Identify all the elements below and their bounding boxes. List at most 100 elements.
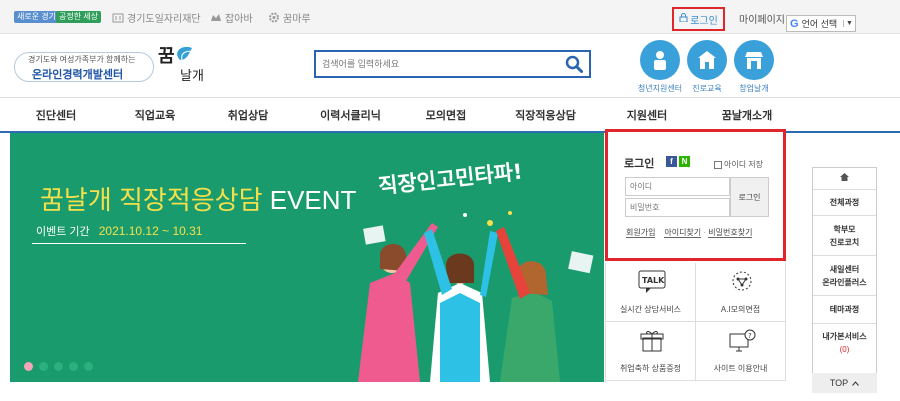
quick-label: 학부모 — [833, 224, 856, 234]
viewed-count: (0) — [839, 345, 850, 354]
banner-headline: 직장인고민타파! — [377, 159, 524, 198]
search-input[interactable] — [322, 56, 562, 72]
carousel-dot[interactable] — [84, 362, 93, 371]
search-box — [314, 50, 591, 78]
service-live-chat[interactable]: TALK 실시간 상담서비스 — [606, 263, 696, 322]
nav-item-job-education[interactable]: 직업교육 — [112, 98, 198, 131]
banner-period-dates: 2021.10.12 ~ 10.31 — [98, 224, 203, 238]
home-button[interactable] — [813, 168, 876, 190]
banner-period: 이벤트 기간 2021.10.12 ~ 10.31 — [32, 223, 246, 244]
slogan-badge-1: 새로운 경기 — [14, 11, 60, 23]
mypage-link[interactable]: 마이페이지 — [739, 11, 785, 26]
scroll-top-button[interactable]: TOP — [812, 373, 877, 393]
quick-link-career-education[interactable]: 진로교육 — [684, 40, 730, 94]
talk-icon-text: TALK — [642, 276, 665, 285]
quick-saeil-center[interactable]: 새일센터 온라인플러스 — [813, 256, 876, 296]
banner-title-main: 꿈날개 직장적응상담 — [40, 185, 263, 215]
jobaba-icon — [210, 12, 222, 23]
help-monitor-icon: ? — [728, 329, 756, 353]
login-box: 로그인 f N 아이디 저장 로그인 회원가입 아이디찾기 · 비밀번호찾기 — [605, 129, 786, 261]
building-icon — [112, 12, 124, 23]
save-id-label: 아이디 저장 — [724, 160, 764, 169]
quick-theme-courses[interactable]: 테마과정 — [813, 296, 876, 324]
lock-icon — [679, 13, 688, 25]
service-grid: TALK 실시간 상담서비스 A.I모의면접 취업축하 상품증정 ? 사이트 이… — [605, 263, 786, 382]
logo-center-name[interactable]: 온라인경력개발센터 — [32, 66, 123, 82]
google-icon: G — [790, 17, 799, 30]
link-label: 잡아바 — [225, 14, 253, 25]
naver-login-icon[interactable]: N — [679, 156, 690, 167]
event-banner[interactable]: 꿈날개 직장적응상담 EVENT 이벤트 기간 2021.10.12 ~ 10.… — [10, 133, 604, 382]
quick-label: 진로코치 — [829, 237, 860, 247]
quick-label: 내가본서비스 — [822, 332, 867, 341]
carousel-dot[interactable] — [54, 362, 63, 371]
nav-item-workplace-counsel[interactable]: 직장적응상담 — [489, 98, 602, 131]
nav-item-job-counsel[interactable]: 취업상담 — [198, 98, 298, 131]
link-gyeonggi-job-foundation[interactable]: 경기도일자리재단 — [112, 10, 201, 25]
service-label: 사이트 이용안내 — [713, 364, 768, 373]
top-login-link[interactable]: 로그인 — [672, 7, 725, 31]
youth-person-icon — [640, 40, 680, 80]
language-select-label: 언어 선택 — [801, 19, 838, 29]
carousel-dots — [24, 362, 93, 371]
login-links: 회원가입 아이디찾기 · 비밀번호찾기 — [626, 228, 753, 238]
quick-parent-coach[interactable]: 학부모 진로코치 — [813, 216, 876, 256]
svg-text:날개: 날개 — [180, 69, 204, 84]
login-button[interactable]: 로그인 — [730, 177, 769, 217]
quick-link-label: 진로교육 — [692, 84, 722, 93]
find-id-link[interactable]: 아이디찾기 — [664, 228, 702, 238]
svg-text:?: ? — [748, 332, 752, 340]
nav-item-diagnosis[interactable]: 진단센터 — [0, 98, 112, 131]
scroll-top-label: TOP — [829, 378, 849, 388]
quick-panel: 전체과정 학부모 진로코치 새일센터 온라인플러스 테마과정 내가본서비스 (0… — [812, 167, 877, 379]
nav-item-about[interactable]: 꿈날개소개 — [692, 98, 802, 131]
ai-brain-icon — [728, 270, 756, 294]
carousel-dot[interactable] — [39, 362, 48, 371]
carousel-dot[interactable] — [69, 362, 78, 371]
find-password-link[interactable]: 비밀번호찾기 — [708, 228, 753, 238]
quick-link-youth-center[interactable]: 청년지원센터 — [637, 40, 683, 94]
nav-item-resume-clinic[interactable]: 이력서클리닉 — [298, 98, 403, 131]
password-input[interactable] — [625, 198, 730, 217]
dropdown-arrow-icon: ▼ — [843, 20, 855, 27]
top-login-label: 로그인 — [690, 15, 718, 27]
quick-label: 온라인플러스 — [822, 277, 867, 287]
carousel-dot[interactable] — [24, 362, 33, 371]
banner-period-label: 이벤트 기간 — [36, 226, 90, 238]
service-label: 실시간 상담서비스 — [619, 305, 682, 314]
nav-item-support-center[interactable]: 지원센터 — [602, 98, 692, 131]
id-input[interactable] — [625, 177, 730, 196]
quick-label: 새일센터 — [829, 264, 860, 274]
svg-text:꿈: 꿈 — [158, 46, 175, 67]
kkumnalgae-logo[interactable]: 꿈 날개 — [158, 42, 220, 84]
page: 새로운 경기 공정한 세상 경기도일자리재단 잡아바 꿈마루 로그인 마이페이지… — [0, 0, 900, 401]
shop-icon — [734, 40, 774, 80]
link-kkummaru[interactable]: 꿈마루 — [268, 10, 311, 25]
quick-viewed-services[interactable]: 내가본서비스 (0) — [813, 324, 876, 362]
nav-item-mock-interview[interactable]: 모의면접 — [403, 98, 489, 131]
service-site-guide[interactable]: ? 사이트 이용안내 — [696, 322, 786, 381]
quick-link-startup[interactable]: 창업날개 — [731, 40, 777, 94]
banner-illustration: 직장인고민타파! — [358, 159, 594, 382]
login-title: 로그인 — [624, 158, 655, 170]
link-label: 꿈마루 — [283, 14, 311, 25]
language-select[interactable]: G 언어 선택 ▼ — [786, 15, 856, 32]
quick-all-courses[interactable]: 전체과정 — [813, 190, 876, 216]
facebook-login-icon[interactable]: f — [666, 156, 677, 167]
logo-tagline: 경기도와 여성가족부가 함께하는 — [28, 55, 136, 64]
signup-link[interactable]: 회원가입 — [626, 228, 656, 238]
service-label: 취업축하 상품증정 — [619, 364, 682, 373]
service-gift[interactable]: 취업축하 상품증정 — [606, 322, 696, 381]
link-jobaba[interactable]: 잡아바 — [210, 10, 253, 25]
main-nav: 진단센터 직업교육 취업상담 이력서클리닉 모의면접 직장적응상담 지원센터 꿈… — [0, 97, 900, 133]
slogan-badge-2: 공정한 세상 — [56, 11, 102, 23]
gift-icon — [638, 329, 666, 353]
school-icon — [687, 40, 727, 80]
save-id-checkbox[interactable]: 아이디 저장 — [714, 159, 763, 170]
gear-icon — [268, 12, 280, 23]
quick-link-label: 창업날개 — [739, 84, 769, 93]
banner-title: 꿈날개 직장적응상담 EVENT — [40, 180, 356, 217]
service-ai-interview[interactable]: A.I모의면접 — [696, 263, 786, 322]
search-icon[interactable] — [565, 55, 583, 73]
quick-link-label: 청년지원센터 — [637, 84, 683, 93]
